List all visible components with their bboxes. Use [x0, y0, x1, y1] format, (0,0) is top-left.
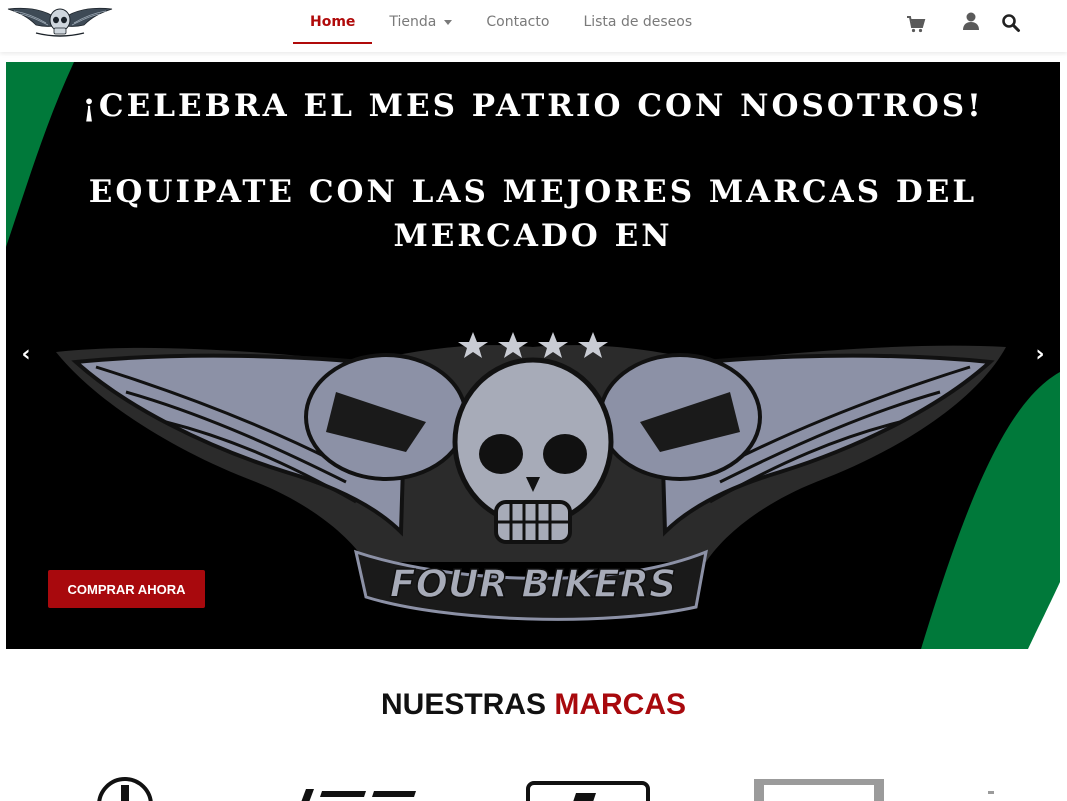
cart-icon[interactable] — [906, 14, 926, 34]
nav-contacto[interactable]: Contacto — [469, 0, 566, 44]
hero-subline-1: EQUIPATE CON LAS MEJORES MARCAS DEL — [88, 174, 978, 210]
ls2-logo[interactable] — [286, 775, 422, 801]
emblem-text: FOUR BIKERS — [390, 562, 677, 606]
chevron-right-icon[interactable]: › — [1028, 344, 1052, 368]
hero-headline: ¡CELEBRA EL MES PATRIO CON NOSOTROS! — [82, 88, 984, 124]
nav-home-label: Home — [310, 14, 356, 30]
brands-title-part2: MARCAS — [554, 688, 687, 721]
brands-title-part1: NUESTRAS — [380, 688, 546, 721]
chevron-left-icon[interactable]: ‹ — [14, 344, 38, 368]
search-icon[interactable] — [1001, 13, 1021, 33]
brand-logo[interactable] — [984, 775, 1014, 801]
nav-contacto-label: Contacto — [486, 14, 550, 30]
brands-section-title: NUESTRAS MARCAS — [0, 688, 1067, 722]
hero-background: FOUR BIKERS — [6, 62, 1060, 649]
site-header: Home Tienda Contacto Lista de deseos — [0, 0, 1067, 52]
nav-tienda-label: Tienda — [389, 14, 437, 30]
shoei-logo[interactable] — [96, 775, 154, 801]
winged-skull-logo[interactable] — [6, 3, 114, 39]
hero-slider: FOUR BIKERS ¡CELEBRA EL MES PATRIO CON N… — [6, 62, 1060, 649]
bell-logo[interactable] — [526, 775, 650, 801]
motul-logo[interactable] — [754, 775, 884, 801]
nav-lista-deseos[interactable]: Lista de deseos — [566, 0, 709, 44]
nav-home[interactable]: Home — [293, 0, 373, 44]
chevron-down-icon — [444, 19, 453, 25]
nav-lista-deseos-label: Lista de deseos — [583, 14, 693, 30]
comprar-ahora-button[interactable]: COMPRAR AHORA — [48, 570, 205, 608]
main-nav: Home Tienda Contacto Lista de deseos — [293, 0, 709, 44]
hero-subline-2: MERCADO EN — [393, 218, 673, 254]
nav-tienda[interactable]: Tienda — [372, 0, 469, 44]
user-icon[interactable] — [961, 11, 981, 31]
